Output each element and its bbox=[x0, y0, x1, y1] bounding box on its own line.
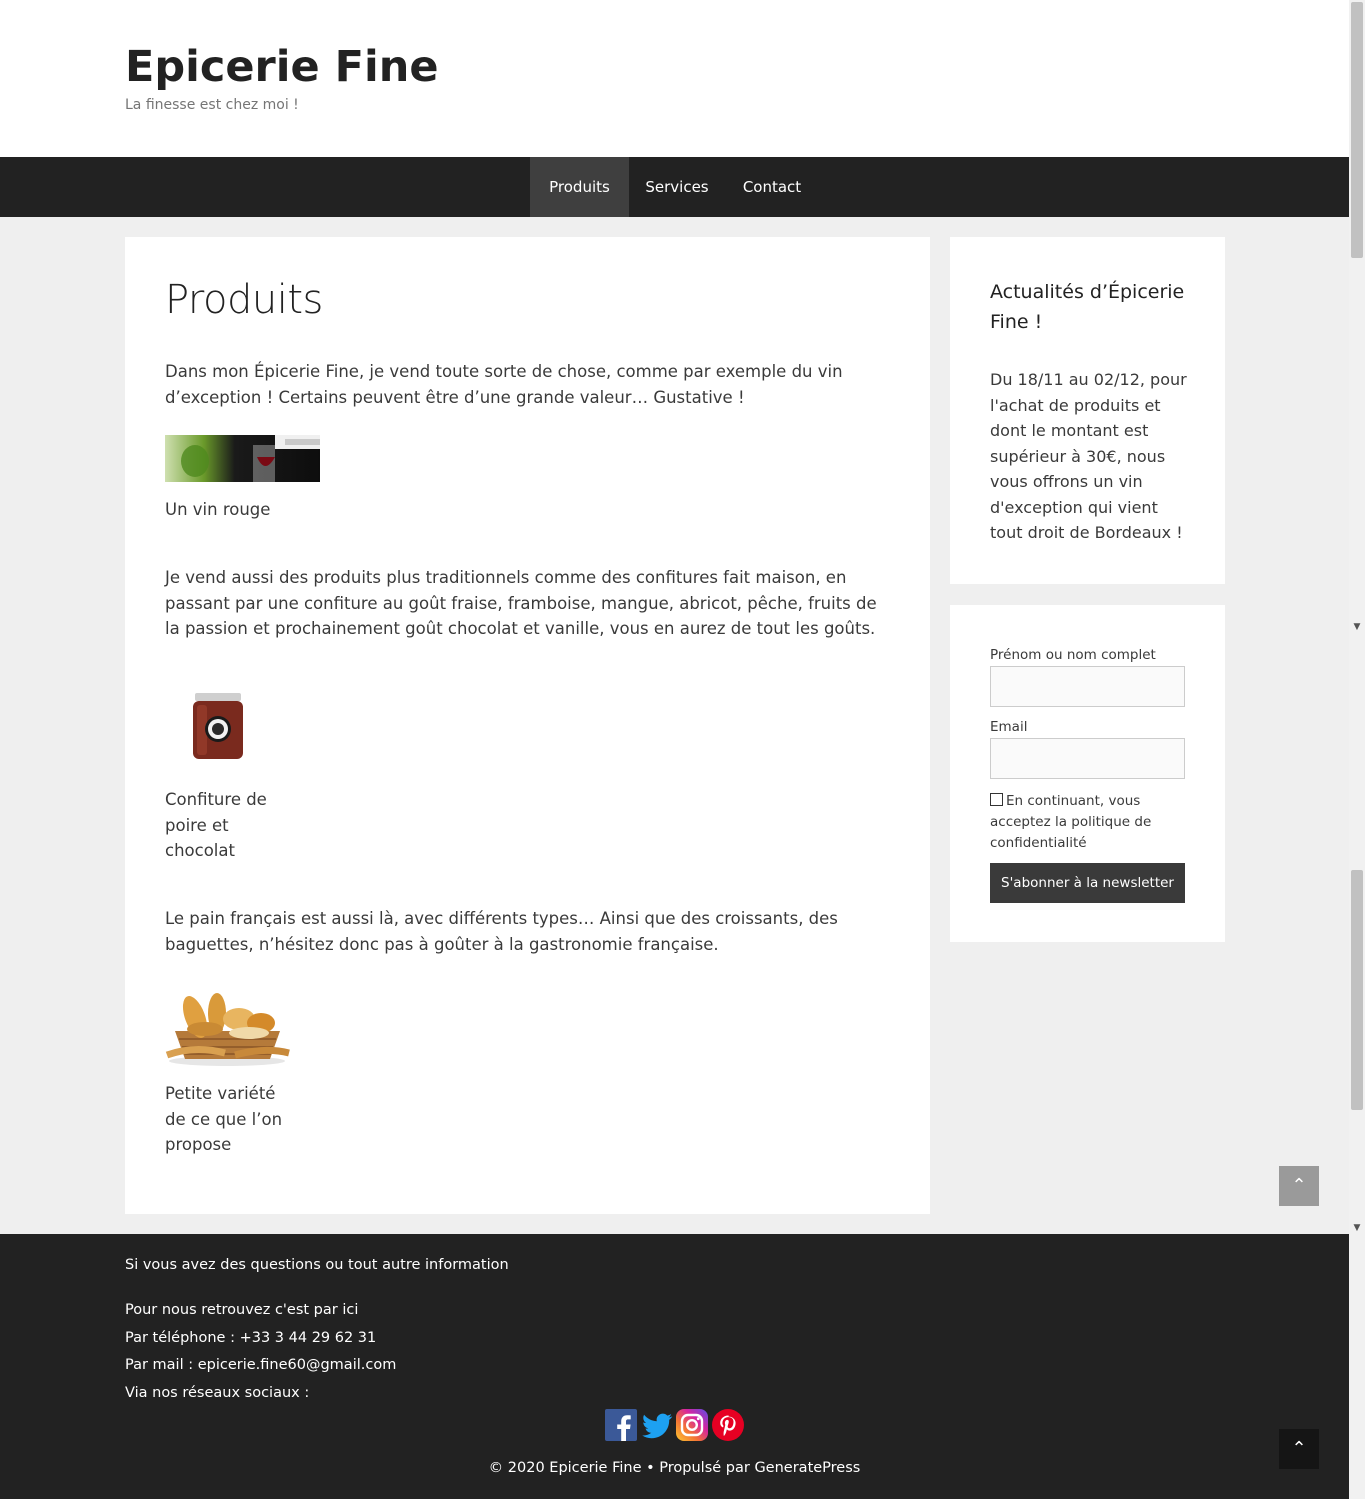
consent-row: En continuant, vous acceptez la politiqu… bbox=[990, 791, 1190, 854]
nav-item-services[interactable]: Services bbox=[629, 157, 725, 217]
facebook-icon[interactable] bbox=[605, 1409, 637, 1441]
site-title[interactable]: Epicerie Fine bbox=[125, 42, 439, 92]
scroll-top-button[interactable]: ⌃ bbox=[1279, 1166, 1319, 1206]
email-field[interactable] bbox=[990, 738, 1185, 779]
news-widget-title: Actualités d’Épicerie Fine ! bbox=[990, 281, 1185, 333]
footer-social-label: Via nos réseaux sociaux : bbox=[125, 1385, 310, 1401]
consent-checkbox[interactable] bbox=[990, 793, 1003, 806]
subscribe-button[interactable]: S'abonner à la newsletter bbox=[990, 863, 1185, 903]
consent-text: En continuant, vous acceptez la politiqu… bbox=[990, 793, 1152, 851]
footer-phone: Par téléphone : +33 3 44 29 62 31 bbox=[125, 1330, 377, 1346]
chevron-up-icon: ⌃ bbox=[1291, 1438, 1307, 1459]
footer-question: Si vous avez des questions ou tout autre… bbox=[125, 1257, 509, 1273]
bread-caption: Petite variété de ce que l’on propose bbox=[165, 1084, 283, 1154]
scroll-down-arrow-icon-2[interactable]: ▼ bbox=[1349, 1221, 1365, 1235]
site-tagline: La finesse est chez moi ! bbox=[125, 97, 299, 113]
scrollbar-thumb[interactable] bbox=[1351, 2, 1363, 258]
nav-item-produits[interactable]: Produits bbox=[530, 157, 629, 217]
instagram-icon[interactable] bbox=[676, 1409, 708, 1441]
footer-scroll-top-button[interactable]: ⌃ bbox=[1279, 1429, 1319, 1469]
scrollbar-thumb-2[interactable] bbox=[1351, 870, 1363, 1110]
twitter-icon[interactable] bbox=[641, 1409, 673, 1441]
footer-find-us: Pour nous retrouvez c'est par ici bbox=[125, 1302, 359, 1318]
main-nav: Produits Services Contact bbox=[0, 157, 1349, 217]
nav-item-contact[interactable]: Contact bbox=[725, 157, 819, 217]
wine-image[interactable] bbox=[165, 435, 320, 482]
jam-jar-image[interactable] bbox=[165, 681, 265, 781]
newsletter-widget: Prénom ou nom complet Email En continuan… bbox=[950, 605, 1225, 942]
page-title: Produits bbox=[165, 277, 323, 323]
jam-caption: Confiture de poire et chocolat bbox=[165, 790, 267, 860]
pinterest-icon[interactable] bbox=[712, 1409, 744, 1441]
name-label: Prénom ou nom complet bbox=[990, 647, 1156, 663]
content-card: Produits Dans mon Épicerie Fine, je vend… bbox=[125, 237, 930, 1214]
footer-mail[interactable]: Par mail : epicerie.fine60@gmail.com bbox=[125, 1357, 396, 1373]
chevron-up-icon: ⌃ bbox=[1291, 1175, 1307, 1196]
traditional-paragraph: Je vend aussi des produits plus traditio… bbox=[165, 568, 877, 638]
site-header: Epicerie Fine La finesse est chez moi ! bbox=[0, 0, 1349, 157]
intro-paragraph: Dans mon Épicerie Fine, je vend toute so… bbox=[165, 362, 843, 407]
news-widget-text: Du 18/11 au 02/12, pour l'achat de produ… bbox=[990, 370, 1187, 542]
scroll-down-arrow-icon[interactable]: ▼ bbox=[1349, 620, 1365, 634]
email-label: Email bbox=[990, 719, 1028, 735]
name-field[interactable] bbox=[990, 666, 1185, 707]
bread-basket-image[interactable] bbox=[165, 983, 290, 1067]
news-widget: Actualités d’Épicerie Fine ! Du 18/11 au… bbox=[950, 237, 1225, 584]
bread-paragraph: Le pain français est aussi là, avec diff… bbox=[165, 909, 838, 954]
footer-copyright: © 2020 Epicerie Fine • Propulsé par Gene… bbox=[488, 1460, 861, 1476]
wine-caption: Un vin rouge bbox=[165, 500, 271, 519]
